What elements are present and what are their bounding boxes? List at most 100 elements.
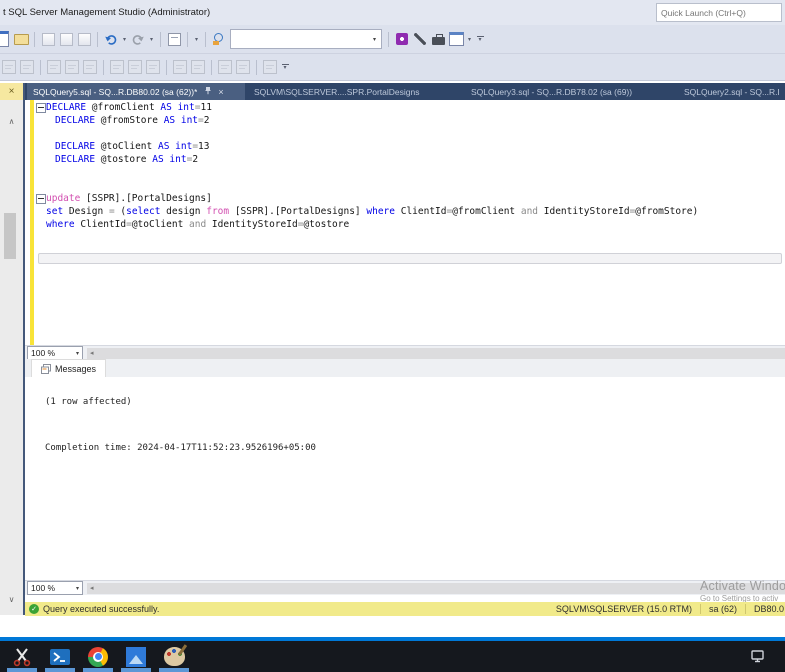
toolbox-icon[interactable] (429, 29, 447, 49)
redo-icon[interactable] (129, 29, 147, 49)
code-token: @toClient (131, 219, 190, 230)
wrench-icon[interactable] (411, 29, 429, 49)
code-token: @tostore (100, 154, 153, 165)
scroll-up-icon[interactable]: ∧ (0, 117, 23, 126)
new-query-icon[interactable] (0, 29, 12, 49)
select-query-icon[interactable] (45, 57, 63, 77)
undo-dropdown-icon[interactable]: ▾ (120, 36, 129, 43)
save-icon[interactable] (0, 57, 18, 77)
current-line-highlight (38, 253, 782, 264)
window-title: t SQL Server Management Studio (Administ… (3, 7, 211, 18)
comment-icon[interactable] (216, 57, 234, 77)
taskbar-app-snipping-tool[interactable] (3, 641, 41, 672)
tab-messages[interactable]: Messages (31, 359, 107, 377)
toolbar-separator (256, 59, 257, 75)
code-token: @fromStore) (635, 206, 699, 217)
code-token: AS (157, 141, 176, 152)
code-fold-icon[interactable] (36, 103, 46, 113)
messages-hscrollbar[interactable]: ◂ (87, 582, 785, 594)
code-token: DECLARE (55, 154, 101, 165)
toolbar-separator (160, 31, 161, 47)
results-text-icon[interactable] (108, 57, 126, 77)
save-all-icon[interactable] (18, 57, 36, 77)
find-icon[interactable] (210, 29, 228, 49)
code-token: int (175, 141, 193, 152)
code-line-8: update [SSPR].[PortalDesigns] (46, 192, 212, 205)
taskbar-active-indicator (45, 668, 75, 672)
window-layout-dropdown-icon[interactable]: ▾ (465, 36, 474, 43)
code-token: where (46, 219, 81, 230)
pane-close-button[interactable]: × (0, 83, 23, 100)
tab-label: SQLQuery3.sql - SQ...R.DB78.02 (sa (69)) (471, 86, 633, 97)
scrollbar-thumb[interactable] (4, 213, 16, 259)
scroll-left-icon[interactable]: ◂ (90, 584, 94, 592)
code-token: 2 (192, 154, 199, 165)
design-query-icon[interactable] (81, 57, 99, 77)
combo-dropdown-icon[interactable]: ▾ (368, 36, 381, 43)
document-tab-2[interactable]: SQLVM\SQLSERVER....SPR.PortalDesigns (248, 83, 462, 100)
cut-icon[interactable] (39, 29, 57, 49)
status-separator (699, 604, 701, 614)
messages-zoom-select[interactable]: 100 % ▾ (27, 581, 83, 595)
toolbar-separator (166, 59, 167, 75)
editor-hscrollbar[interactable]: ◂ (87, 347, 785, 359)
tab-label: SQLQuery2.sql - SQ...R.DB4066 (sa (684, 86, 779, 97)
taskbar-app-powershell[interactable] (41, 641, 79, 672)
database-combo[interactable]: ▾ (230, 29, 382, 49)
quick-launch-box[interactable] (656, 3, 782, 22)
edit-query-icon[interactable] (63, 57, 81, 77)
taskbar-app-chrome[interactable] (79, 641, 117, 672)
undo-icon[interactable] (102, 29, 120, 49)
window-layout-icon[interactable] (447, 29, 465, 49)
scroll-left-icon[interactable]: ◂ (90, 349, 94, 357)
scroll-down-icon[interactable]: ∨ (0, 595, 23, 604)
code-line-9: set Design = (select design from [SSPR].… (46, 205, 698, 218)
open-file-icon[interactable] (12, 29, 30, 49)
document-tab-1[interactable]: SQLQuery5.sql - SQ...R.DB80.02 (sa (62))… (27, 83, 245, 100)
database-combo-input[interactable] (231, 34, 368, 44)
document-tab-3[interactable]: SQLQuery3.sql - SQ...R.DB78.02 (sa (69)) (465, 83, 675, 100)
message-line-1: (1 row affected) (45, 397, 132, 407)
code-token: DECLARE (55, 115, 101, 126)
editor-zoom-select[interactable]: 100 % ▾ (27, 346, 83, 360)
results-grid-icon[interactable] (126, 57, 144, 77)
code-token: where (366, 206, 401, 217)
pin-icon[interactable] (204, 86, 212, 97)
indent-decrease-icon[interactable] (171, 57, 189, 77)
code-token: 2 (203, 115, 210, 126)
bookmark-icon[interactable] (261, 57, 279, 77)
document-tab-4[interactable]: SQLQuery2.sql - SQ...R.DB4066 (sa (678, 83, 785, 100)
script-icon[interactable] (165, 29, 183, 49)
code-line-4: DECLARE @toClient AS int=13 (55, 140, 210, 153)
code-fold-icon[interactable] (36, 194, 46, 204)
toolbar-overflow-icon[interactable]: ▾ (474, 36, 486, 43)
indent-increase-icon[interactable] (189, 57, 207, 77)
quick-launch-input[interactable] (657, 7, 781, 18)
paste-icon[interactable] (75, 29, 93, 49)
redo-dropdown-icon[interactable]: ▾ (147, 36, 156, 43)
taskbar-app-photos[interactable] (117, 641, 155, 672)
code-editor[interactable]: DECLARE @fromClient AS int=11 DECLARE @fr… (25, 100, 785, 345)
results-file-icon[interactable] (144, 57, 162, 77)
photos-icon (126, 646, 146, 667)
plugin-icon[interactable] (393, 29, 411, 49)
standard-toolbar: ▾ ▾ ▾ ▾ ▾ ▾ (0, 25, 785, 54)
tab-close-icon[interactable]: × (218, 87, 223, 97)
status-right: SQLVM\SQLSERVER (15.0 RTM) sa (62) DB80.… (556, 604, 785, 614)
code-token: AS (163, 115, 181, 126)
code-token: 11 (200, 102, 212, 113)
chrome-icon (88, 646, 108, 667)
toolbar-overflow-icon[interactable]: ▾ (279, 64, 291, 71)
copy-icon[interactable] (57, 29, 75, 49)
script-dropdown-icon[interactable]: ▾ (192, 36, 201, 43)
code-token: select (126, 206, 167, 217)
network-icon[interactable] (751, 650, 766, 663)
code-token: AS (160, 102, 178, 113)
code-token: update (46, 193, 87, 204)
taskbar-app-paint[interactable] (155, 641, 193, 672)
snipping-tool-icon (13, 647, 31, 666)
code-token: IdentityStoreId (211, 219, 298, 230)
code-token: ClientId (80, 219, 127, 230)
uncomment-icon[interactable] (234, 57, 252, 77)
status-login: sa (62) (708, 604, 737, 614)
